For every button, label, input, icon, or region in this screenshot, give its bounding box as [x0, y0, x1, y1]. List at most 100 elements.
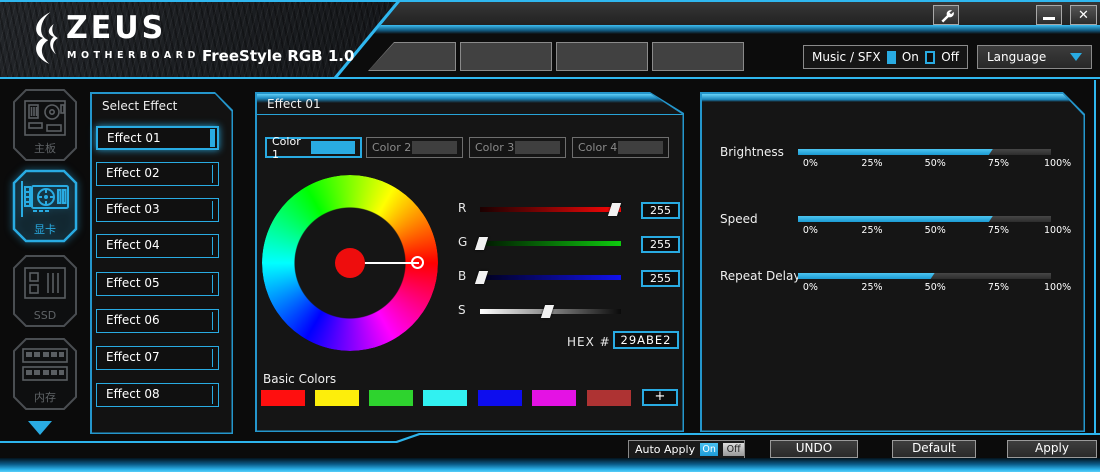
tick-label: 50%	[925, 158, 946, 169]
music-on-label: On	[902, 50, 919, 64]
music-on-checkbox[interactable]	[887, 51, 896, 64]
tick-label: 100%	[1044, 158, 1071, 169]
close-button[interactable]: ✕	[1070, 5, 1097, 25]
zeus-logo-icon	[27, 11, 63, 65]
channel-b-label: B	[458, 269, 472, 283]
settings-panel	[700, 92, 1085, 432]
channel-r-value[interactable]: 255	[641, 202, 680, 219]
effect-button-06[interactable]: Effect 06	[96, 309, 219, 333]
sidebar-item-ssd[interactable]: SSD	[6, 253, 84, 331]
right-accent-line	[1094, 80, 1096, 433]
music-off-label: Off	[941, 50, 959, 64]
chevron-down-icon	[1070, 53, 1082, 61]
effect-button-08[interactable]: Effect 08	[96, 383, 219, 407]
music-sfx-label: Music / SFX	[812, 50, 881, 64]
channel-b-value[interactable]: 255	[641, 270, 680, 287]
app-window: ZEUS MOTHERBOARD FreeStyle RGB 1.0 ✕ Mus…	[0, 0, 1100, 472]
language-dropdown[interactable]: Language	[977, 45, 1092, 69]
speed-ticks: 0% 25% 50% 75% 100%	[798, 225, 1051, 237]
add-color-button[interactable]: +	[642, 389, 678, 406]
hex-label: HEX #	[567, 335, 611, 349]
tick-label: 75%	[988, 158, 1009, 169]
auto-apply-group: Auto Apply On Off	[628, 440, 745, 459]
channel-s-label: S	[458, 303, 472, 317]
minimize-icon	[1043, 17, 1055, 20]
tick-label: 0%	[803, 225, 818, 236]
speed-slider[interactable]	[798, 216, 1051, 222]
effect-button-04[interactable]: Effect 04	[96, 234, 219, 258]
channel-g-value[interactable]: 255	[641, 236, 680, 253]
music-off-checkbox[interactable]	[925, 51, 935, 64]
basic-colors-label: Basic Colors	[263, 372, 336, 386]
effect-button-07[interactable]: Effect 07	[96, 346, 219, 370]
speed-label: Speed	[720, 212, 758, 226]
auto-apply-on-toggle[interactable]: On	[700, 443, 718, 456]
music-sfx-group: Music / SFX On Off	[803, 45, 968, 69]
color-tab-3[interactable]: Color 3	[469, 137, 566, 158]
basic-color-magenta[interactable]	[532, 390, 576, 406]
tick-label: 0%	[803, 282, 818, 293]
sidebar-scroll-down-arrow-icon[interactable]	[28, 421, 52, 435]
channel-r-label: R	[458, 201, 472, 215]
close-icon: ✕	[1078, 9, 1089, 22]
sidebar-item-motherboard[interactable]: 主板	[6, 87, 84, 165]
sidebar-item-gpu[interactable]: 显卡	[6, 168, 84, 246]
language-label: Language	[987, 50, 1046, 64]
effect-button-02[interactable]: Effect 02	[96, 162, 219, 186]
hex-value-field[interactable]: 29ABE2	[613, 331, 679, 349]
sidebar-label-ssd: SSD	[6, 309, 84, 322]
tick-label: 100%	[1044, 225, 1071, 236]
color-tab-2[interactable]: Color 2	[366, 137, 463, 158]
color-tab-1-label: Color 1	[272, 135, 311, 161]
empty-tab-3[interactable]	[556, 42, 648, 71]
header-underline	[0, 77, 1100, 79]
color-tab-2-swatch	[412, 141, 457, 154]
channel-r-slider[interactable]	[480, 207, 621, 212]
sidebar-label-gpu: 显卡	[6, 221, 84, 237]
default-button[interactable]: Default	[892, 440, 976, 458]
color-tab-3-swatch	[515, 141, 560, 154]
tick-label: 50%	[925, 225, 946, 236]
effect-editor-title: Effect 01	[267, 97, 321, 111]
speed-fill	[798, 216, 993, 222]
basic-color-cyan[interactable]	[423, 390, 467, 406]
basic-color-blue[interactable]	[478, 390, 522, 406]
apply-button[interactable]: Apply	[1007, 440, 1097, 458]
brand-logo-text: ZEUS	[66, 12, 166, 45]
brightness-slider[interactable]	[798, 149, 1051, 155]
channel-g-slider[interactable]	[480, 241, 621, 246]
empty-tab-2[interactable]	[460, 42, 552, 71]
auto-apply-label: Auto Apply	[635, 443, 695, 456]
undo-button[interactable]: UNDO	[770, 440, 858, 458]
channel-b-slider[interactable]	[480, 275, 621, 280]
color-wheel-marker[interactable]	[411, 256, 424, 269]
repeat-delay-slider[interactable]	[798, 273, 1051, 279]
basic-color-yellow[interactable]	[315, 390, 359, 406]
auto-apply-off-toggle[interactable]: Off	[723, 443, 744, 456]
settings-wrench-button[interactable]	[933, 5, 959, 25]
repeat-delay-fill	[798, 273, 935, 279]
tick-label: 0%	[803, 158, 818, 169]
sidebar-label-motherboard: 主板	[6, 140, 84, 156]
color-tab-1-swatch	[311, 141, 355, 154]
color-tab-3-label: Color 3	[475, 141, 514, 154]
basic-color-red[interactable]	[261, 390, 305, 406]
tick-label: 25%	[861, 158, 882, 169]
effect-button-01[interactable]: Effect 01	[96, 126, 219, 150]
color-tab-4-swatch	[618, 141, 663, 154]
bottom-glow-strip	[0, 458, 1100, 472]
tick-label: 75%	[988, 225, 1009, 236]
empty-tab-4[interactable]	[652, 42, 744, 71]
tick-label: 75%	[988, 282, 1009, 293]
effect-button-05[interactable]: Effect 05	[96, 272, 219, 296]
tick-label: 25%	[861, 225, 882, 236]
color-tab-4[interactable]: Color 4	[572, 137, 669, 158]
basic-color-green[interactable]	[369, 390, 413, 406]
sidebar-item-memory[interactable]: 内存	[6, 336, 84, 414]
basic-color-brick[interactable]	[587, 390, 631, 406]
tick-label: 25%	[861, 282, 882, 293]
effect-button-03[interactable]: Effect 03	[96, 198, 219, 222]
color-tab-1[interactable]: Color 1	[265, 137, 362, 158]
channel-g-label: G	[458, 235, 472, 249]
minimize-button[interactable]	[1036, 5, 1062, 25]
